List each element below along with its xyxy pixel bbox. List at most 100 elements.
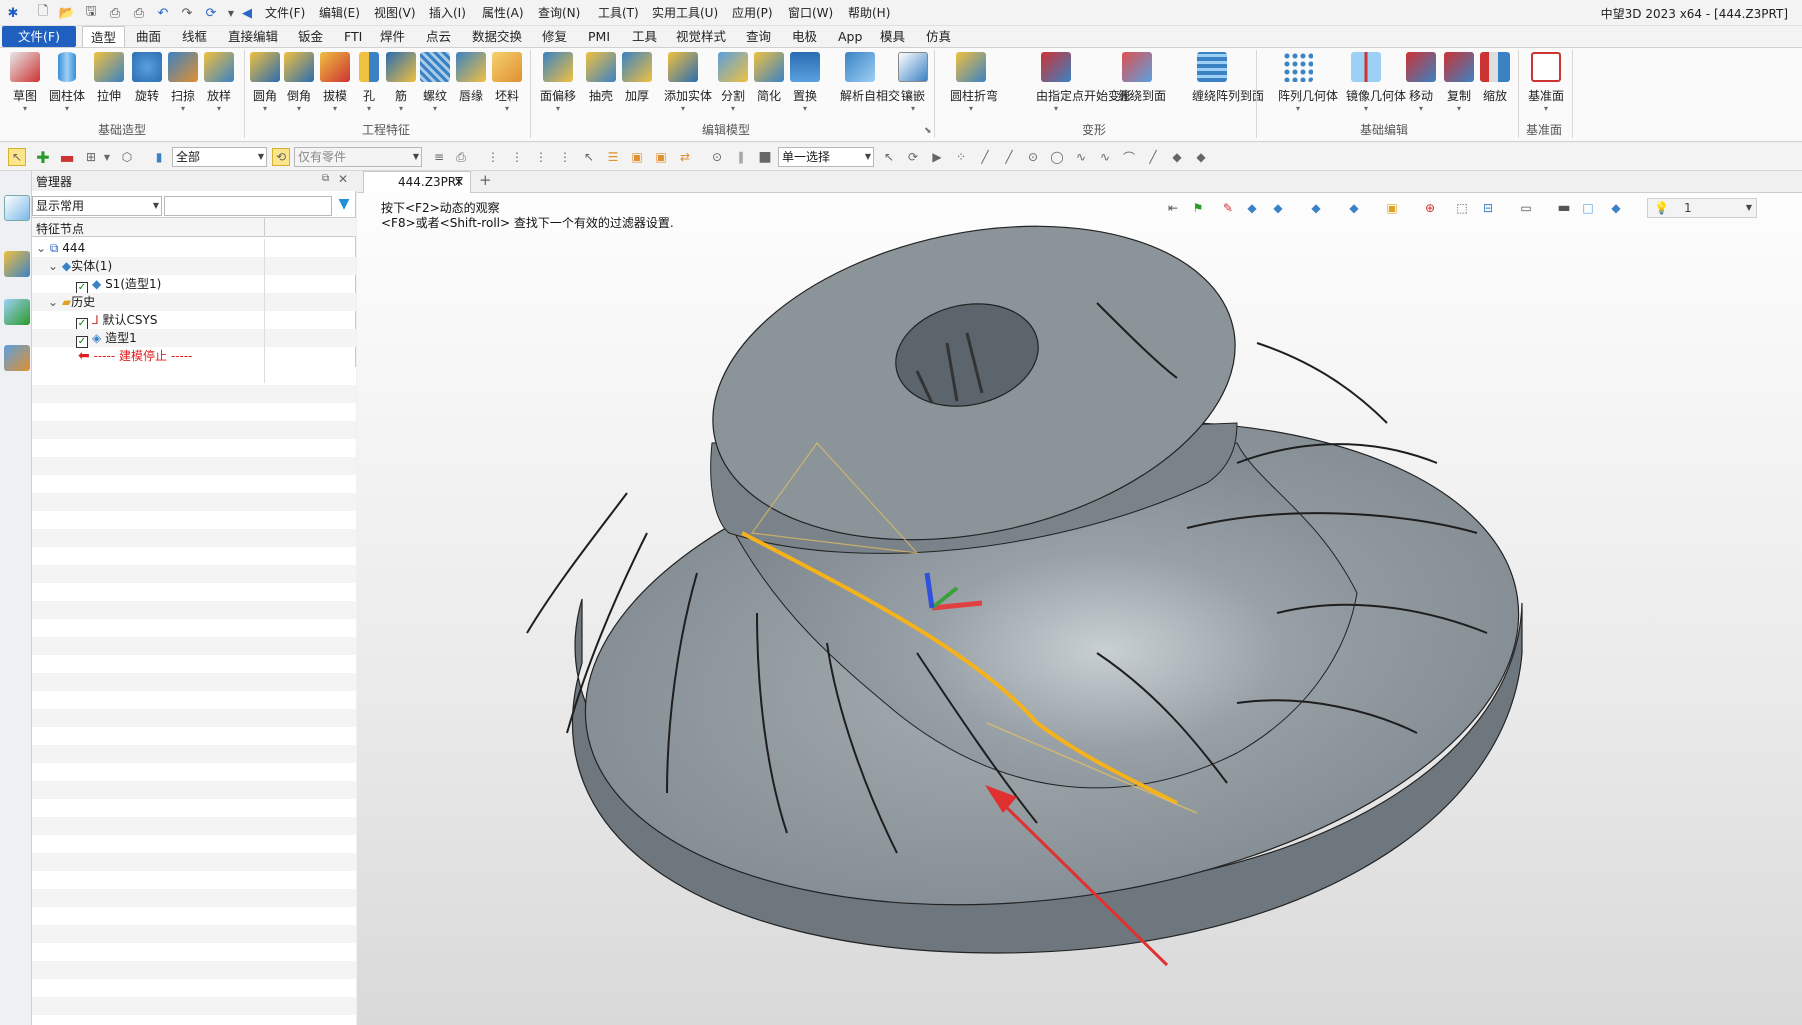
box-icon[interactable]: ▣	[652, 148, 670, 166]
modeling-stop-row[interactable]: ⬅ ----- 建模停止 -----	[32, 347, 356, 365]
part-view-icon[interactable]	[4, 251, 30, 277]
menu-query[interactable]: 查询(N)	[534, 4, 584, 22]
loft-button[interactable]: 放样 ▾	[200, 52, 238, 113]
split-button[interactable]: 分割 ▾	[714, 52, 752, 113]
revolve-button[interactable]: 旋转	[128, 52, 166, 104]
snap-center-icon[interactable]: ⊙	[1024, 148, 1042, 166]
menu-view[interactable]: 视图(V)	[370, 4, 420, 22]
tab-surface[interactable]: 曲面	[128, 26, 169, 47]
extrude-button[interactable]: 拉伸	[90, 52, 128, 104]
snap-face-icon[interactable]: ◆	[1168, 148, 1186, 166]
tab-point-cloud[interactable]: 点云	[418, 26, 459, 47]
filter-icon[interactable]: ▼	[334, 196, 354, 216]
align-2-icon[interactable]: ⋮	[508, 148, 526, 166]
stock-button[interactable]: 坯料 ▾	[488, 52, 526, 113]
snap-solid-icon[interactable]: ◆	[1192, 148, 1210, 166]
fillet-button[interactable]: 圆角 ▾	[246, 52, 284, 113]
resolve-self-intersect-button[interactable]: 解析自相交	[840, 52, 900, 104]
tab-sheetmetal[interactable]: 钣金	[290, 26, 331, 47]
scale-button[interactable]: 缩放	[1476, 52, 1514, 104]
remove-icon[interactable]: ▬	[58, 148, 76, 167]
menu-insert[interactable]: 插入(I)	[425, 4, 470, 22]
filter-option-icon[interactable]: ≡	[430, 148, 448, 166]
snap-arc-icon[interactable]: ⌒	[1120, 148, 1138, 166]
filter-chart-icon[interactable]: ▮	[150, 148, 168, 166]
pick-icon[interactable]: ↖	[8, 148, 26, 166]
menu-window[interactable]: 窗口(W)	[784, 4, 837, 22]
collapse-arrow-icon[interactable]: ◀	[238, 4, 256, 22]
tab-direct-edit[interactable]: 直接编辑	[220, 26, 286, 47]
cylinder-bend-button[interactable]: 圆柱折弯 ▾	[950, 52, 998, 113]
open-file-icon[interactable]: 📂	[58, 4, 76, 22]
stop-icon[interactable]: ■	[756, 148, 774, 166]
display-filter-select[interactable]: 显示常用 ▼	[32, 196, 162, 216]
tree-row[interactable]: ⌄ ▰历史	[32, 293, 356, 311]
print-icon[interactable]: ⎙	[106, 4, 124, 22]
simplify-button[interactable]: 简化	[750, 52, 788, 104]
add-icon[interactable]: ✚	[34, 148, 52, 167]
tree-row[interactable]: ⌄ ⧉ 444	[32, 239, 356, 257]
refresh-icon[interactable]: ⟳	[202, 4, 220, 22]
impeller-model[interactable]	[357, 193, 1802, 1025]
print-filter-icon[interactable]: ⎙	[452, 148, 470, 166]
tab-query[interactable]: 查询	[738, 26, 779, 47]
rib-button[interactable]: 筋 ▾	[382, 52, 420, 113]
search-input[interactable]	[164, 196, 332, 216]
snap-point-icon[interactable]: ⁘	[952, 148, 970, 166]
move-button[interactable]: 移动 ▾	[1402, 52, 1440, 113]
part-filter-icon[interactable]: ⟲	[272, 148, 290, 166]
tab-visual-style[interactable]: 视觉样式	[668, 26, 734, 47]
menu-attributes[interactable]: 属性(A)	[478, 4, 528, 22]
parallel-icon[interactable]: ∥	[732, 148, 750, 166]
tab-fti[interactable]: FTI	[336, 26, 370, 47]
deform-from-point-button[interactable]: 由指定点开始变形 ▾	[1036, 52, 1132, 113]
inlay-button[interactable]: 镶嵌 ▾	[894, 52, 932, 113]
parts-filter-select[interactable]: 仅有零件 ▼	[294, 147, 422, 167]
dialog-launcher-icon[interactable]: ⬊	[924, 126, 932, 136]
undo-icon[interactable]: ↶	[154, 4, 172, 22]
thicken-button[interactable]: 加厚	[618, 52, 656, 104]
tab-tools[interactable]: 工具	[624, 26, 665, 47]
tab-data-exchange[interactable]: 数据交换	[464, 26, 530, 47]
datum-plane-button[interactable]: 基准面 ▾	[1526, 52, 1566, 113]
tree-row[interactable]: ✓ ◈ 造型1	[32, 329, 356, 348]
new-file-icon[interactable]: 🗋	[34, 4, 52, 22]
copy-button[interactable]: 复制 ▾	[1440, 52, 1478, 113]
tab-close-icon[interactable]: ✕	[454, 172, 464, 193]
snap-curve-icon[interactable]: ∿	[1072, 148, 1090, 166]
add-solid-button[interactable]: 添加实体 ▾	[664, 52, 712, 113]
new-tab-icon[interactable]: +	[479, 171, 492, 189]
folder-icon[interactable]: ▣	[628, 148, 646, 166]
snap-tangent-icon[interactable]: ╱	[1144, 148, 1162, 166]
3d-viewport[interactable]: 按下<F2>动态的观察 <F8>或者<Shift-roll> 查找下一个有效的过…	[357, 193, 1802, 1025]
menu-file[interactable]: 文件(F)	[261, 4, 309, 22]
draft-button[interactable]: 拔模 ▾	[316, 52, 354, 113]
swap-icon[interactable]: ⇄	[676, 148, 694, 166]
menu-tools[interactable]: 工具(T)	[594, 4, 643, 22]
tab-repair[interactable]: 修复	[534, 26, 575, 47]
tree-row[interactable]: ✓ ⅃ 默认CSYS	[32, 311, 356, 330]
tab-file[interactable]: 文件(F)	[2, 26, 76, 47]
tab-pmi[interactable]: PMI	[580, 26, 618, 47]
save-icon[interactable]: 🖫	[82, 4, 100, 22]
polygon-select-icon[interactable]: ⬡	[118, 148, 136, 166]
mirror-geometry-button[interactable]: 镜像几何体 ▾	[1346, 52, 1406, 113]
wrap-pattern-to-face-button[interactable]: 缠绕阵列到面	[1192, 52, 1264, 104]
menu-help[interactable]: 帮助(H)	[844, 4, 894, 22]
tree-row[interactable]: ✓ ◆ S1(造型1)	[32, 275, 356, 294]
wrap-to-face-button[interactable]: 缠绕到面	[1118, 52, 1166, 104]
tab-electrode[interactable]: 电极	[784, 26, 825, 47]
list-icon[interactable]: ☰	[604, 148, 622, 166]
replace-button[interactable]: 置换 ▾	[786, 52, 824, 113]
manager-tree-icon[interactable]	[4, 195, 30, 221]
face-offset-button[interactable]: 面偏移 ▾	[539, 52, 577, 113]
cylinder-button[interactable]: 圆柱体 ▾	[48, 52, 86, 113]
snap-curve2-icon[interactable]: ∿	[1096, 148, 1114, 166]
sweep-button[interactable]: 扫掠 ▾	[164, 52, 202, 113]
snap-cursor-icon[interactable]: ↖	[880, 148, 898, 166]
align-3-icon[interactable]: ⋮	[532, 148, 550, 166]
tab-wireframe[interactable]: 线框	[174, 26, 215, 47]
menu-applications[interactable]: 应用(P)	[728, 4, 777, 22]
select-mode-select[interactable]: 单一选择 ▼	[778, 147, 874, 167]
thread-button[interactable]: 螺纹 ▾	[416, 52, 454, 113]
